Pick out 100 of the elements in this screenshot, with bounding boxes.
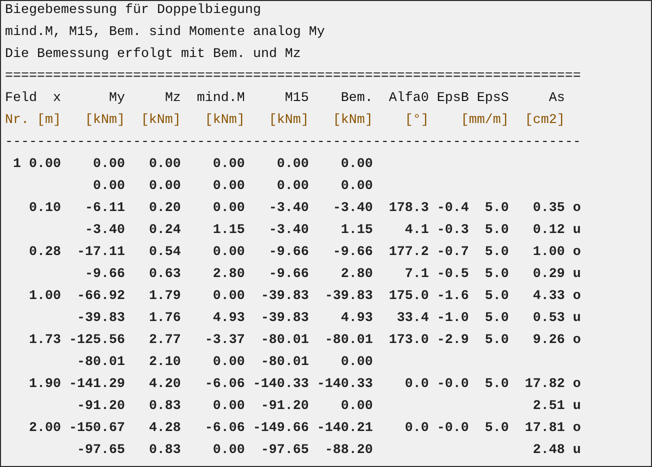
table-cell-text: 173.0	[388, 332, 429, 350]
table-cell-text: -66.92	[76, 288, 125, 306]
table-cell-text: -9.66	[268, 266, 309, 284]
column-header: EpsS	[476, 90, 509, 108]
table-cell-text: -0.3	[436, 222, 469, 240]
table-cell-text: 1.00	[532, 244, 565, 262]
column-header: Alfa0	[388, 90, 429, 108]
table-cell-text: 178.3	[388, 200, 429, 218]
table-cell-text: u	[572, 442, 581, 460]
table-cell-text: -140.33	[252, 376, 309, 394]
table-cell-text: 0.00	[212, 288, 245, 306]
table-cell-text: 1	[12, 156, 21, 174]
table-cell-text: 33.4	[396, 310, 429, 328]
table-cell-text: -3.40	[84, 222, 125, 240]
table-cell-text: 0.10	[28, 200, 61, 218]
table-cell-text: 2.00	[28, 420, 61, 438]
table-cell-text: -9.66	[268, 244, 309, 262]
table-cell-text: -39.83	[324, 288, 373, 306]
separator-line: ========================================================================	[5, 69, 581, 84]
table-cell-text: -88.20	[324, 442, 373, 460]
unit-label: [kNm]	[268, 112, 309, 130]
table-cell-text: 0.00	[340, 398, 373, 416]
table-cell-text: 0.35	[532, 200, 565, 218]
table-cell-text: u	[572, 398, 581, 416]
table-cell-text: 2.10	[148, 354, 181, 372]
table-cell-text: 0.00	[212, 244, 245, 262]
unit-label: Nr.	[5, 112, 29, 130]
table-cell-text: 17.81	[524, 420, 565, 438]
table-cell-text: -140.33	[316, 376, 373, 394]
unit-label: [cm2]	[524, 112, 565, 130]
table-cell-text: 5.0	[484, 266, 509, 284]
column-header: mind.M	[196, 90, 245, 108]
table-cell-text: -3.40	[268, 222, 309, 240]
table-cell-text: -2.9	[436, 332, 469, 350]
column-header: My	[108, 90, 125, 108]
table-cell-text: 0.00	[148, 156, 181, 174]
table-cell-text: 0.00	[276, 156, 309, 174]
table-cell-text: u	[572, 266, 581, 284]
table-cell-text: 0.63	[148, 266, 181, 284]
table-cell-text: -0.5	[436, 266, 469, 284]
table-cell-text: 4.20	[148, 376, 181, 394]
table-cell-text: 4.93	[340, 310, 373, 328]
table-cell-text: 0.00	[212, 442, 245, 460]
table-cell-text: o	[572, 376, 581, 394]
table-cell-text: 1.79	[148, 288, 181, 306]
table-cell-text: 0.00	[212, 354, 245, 372]
table-cell-text: -0.7	[436, 244, 469, 262]
table-cell-text: 5.0	[484, 222, 509, 240]
table-cell-text: 17.82	[524, 376, 565, 394]
table-cell-text: 0.00	[340, 178, 373, 196]
column-header: Mz	[164, 90, 181, 108]
separator-line: ------------------------------------------------------------------------	[5, 135, 581, 150]
table-cell-text: -80.01	[324, 332, 373, 350]
table-cell-text: 0.0	[404, 420, 429, 438]
table-cell-text: 0.83	[148, 398, 181, 416]
table-cell-text: -141.29	[68, 376, 125, 394]
table-cell-text: -6.11	[84, 200, 125, 218]
table-cell-text: -39.83	[260, 288, 309, 306]
table-cell-text: -97.65	[76, 442, 125, 460]
unit-label: [°]	[404, 112, 429, 130]
table-cell-text: -0.4	[436, 200, 469, 218]
table-cell-text: 0.00	[340, 156, 373, 174]
column-header: Feld	[5, 90, 37, 108]
table-cell-text: 0.00	[212, 398, 245, 416]
heading-text: Biegebemessung für Doppelbiegung	[5, 3, 261, 18]
table-cell-text: 7.1	[404, 266, 429, 284]
table-cell-text: 0.29	[532, 266, 565, 284]
table-cell-text: 5.0	[484, 310, 509, 328]
table-cell-text: o	[572, 420, 581, 438]
table-cell-text: -150.67	[68, 420, 125, 438]
table-cell-text: -149.66	[252, 420, 309, 438]
table-cell-text: -3.40	[268, 200, 309, 218]
table-cell-text: 0.00	[340, 354, 373, 372]
table-cell-text: 0.00	[28, 156, 61, 174]
unit-label: [m]	[36, 112, 61, 130]
table-cell-text: 0.24	[148, 222, 181, 240]
table-cell-text: 0.0	[404, 376, 429, 394]
table-cell-text: -97.65	[260, 442, 309, 460]
table-cell-text: -6.06	[204, 376, 245, 394]
table-cell-text: 0.00	[212, 156, 245, 174]
table-cell-text: 4.33	[532, 288, 565, 306]
column-header: EpsB	[436, 90, 469, 108]
unit-label: [mm/m]	[460, 112, 509, 130]
table-cell-text: -17.11	[76, 244, 125, 262]
table-cell-text: 4.93	[212, 310, 245, 328]
table-cell-text: 1.15	[212, 222, 245, 240]
table-cell-text: -9.66	[84, 266, 125, 284]
table-cell-text: 1.15	[340, 222, 373, 240]
table-cell-text: -6.06	[204, 420, 245, 438]
table-cell-text: u	[572, 310, 581, 328]
table-cell-text: 0.20	[148, 200, 181, 218]
table-cell-text: 2.51	[532, 398, 565, 416]
table-cell-text: 0.83	[148, 442, 181, 460]
table-cell-text: -0.0	[436, 376, 469, 394]
table-cell-text: 0.00	[92, 178, 125, 196]
heading-text: Die Bemessung erfolgt mit Bem. und Mz	[5, 47, 301, 62]
table-cell-text: 5.0	[484, 376, 509, 394]
table-cell-text: 2.48	[532, 442, 565, 460]
table-cell-text: o	[572, 332, 581, 350]
table-cell-text: 1.76	[148, 310, 181, 328]
